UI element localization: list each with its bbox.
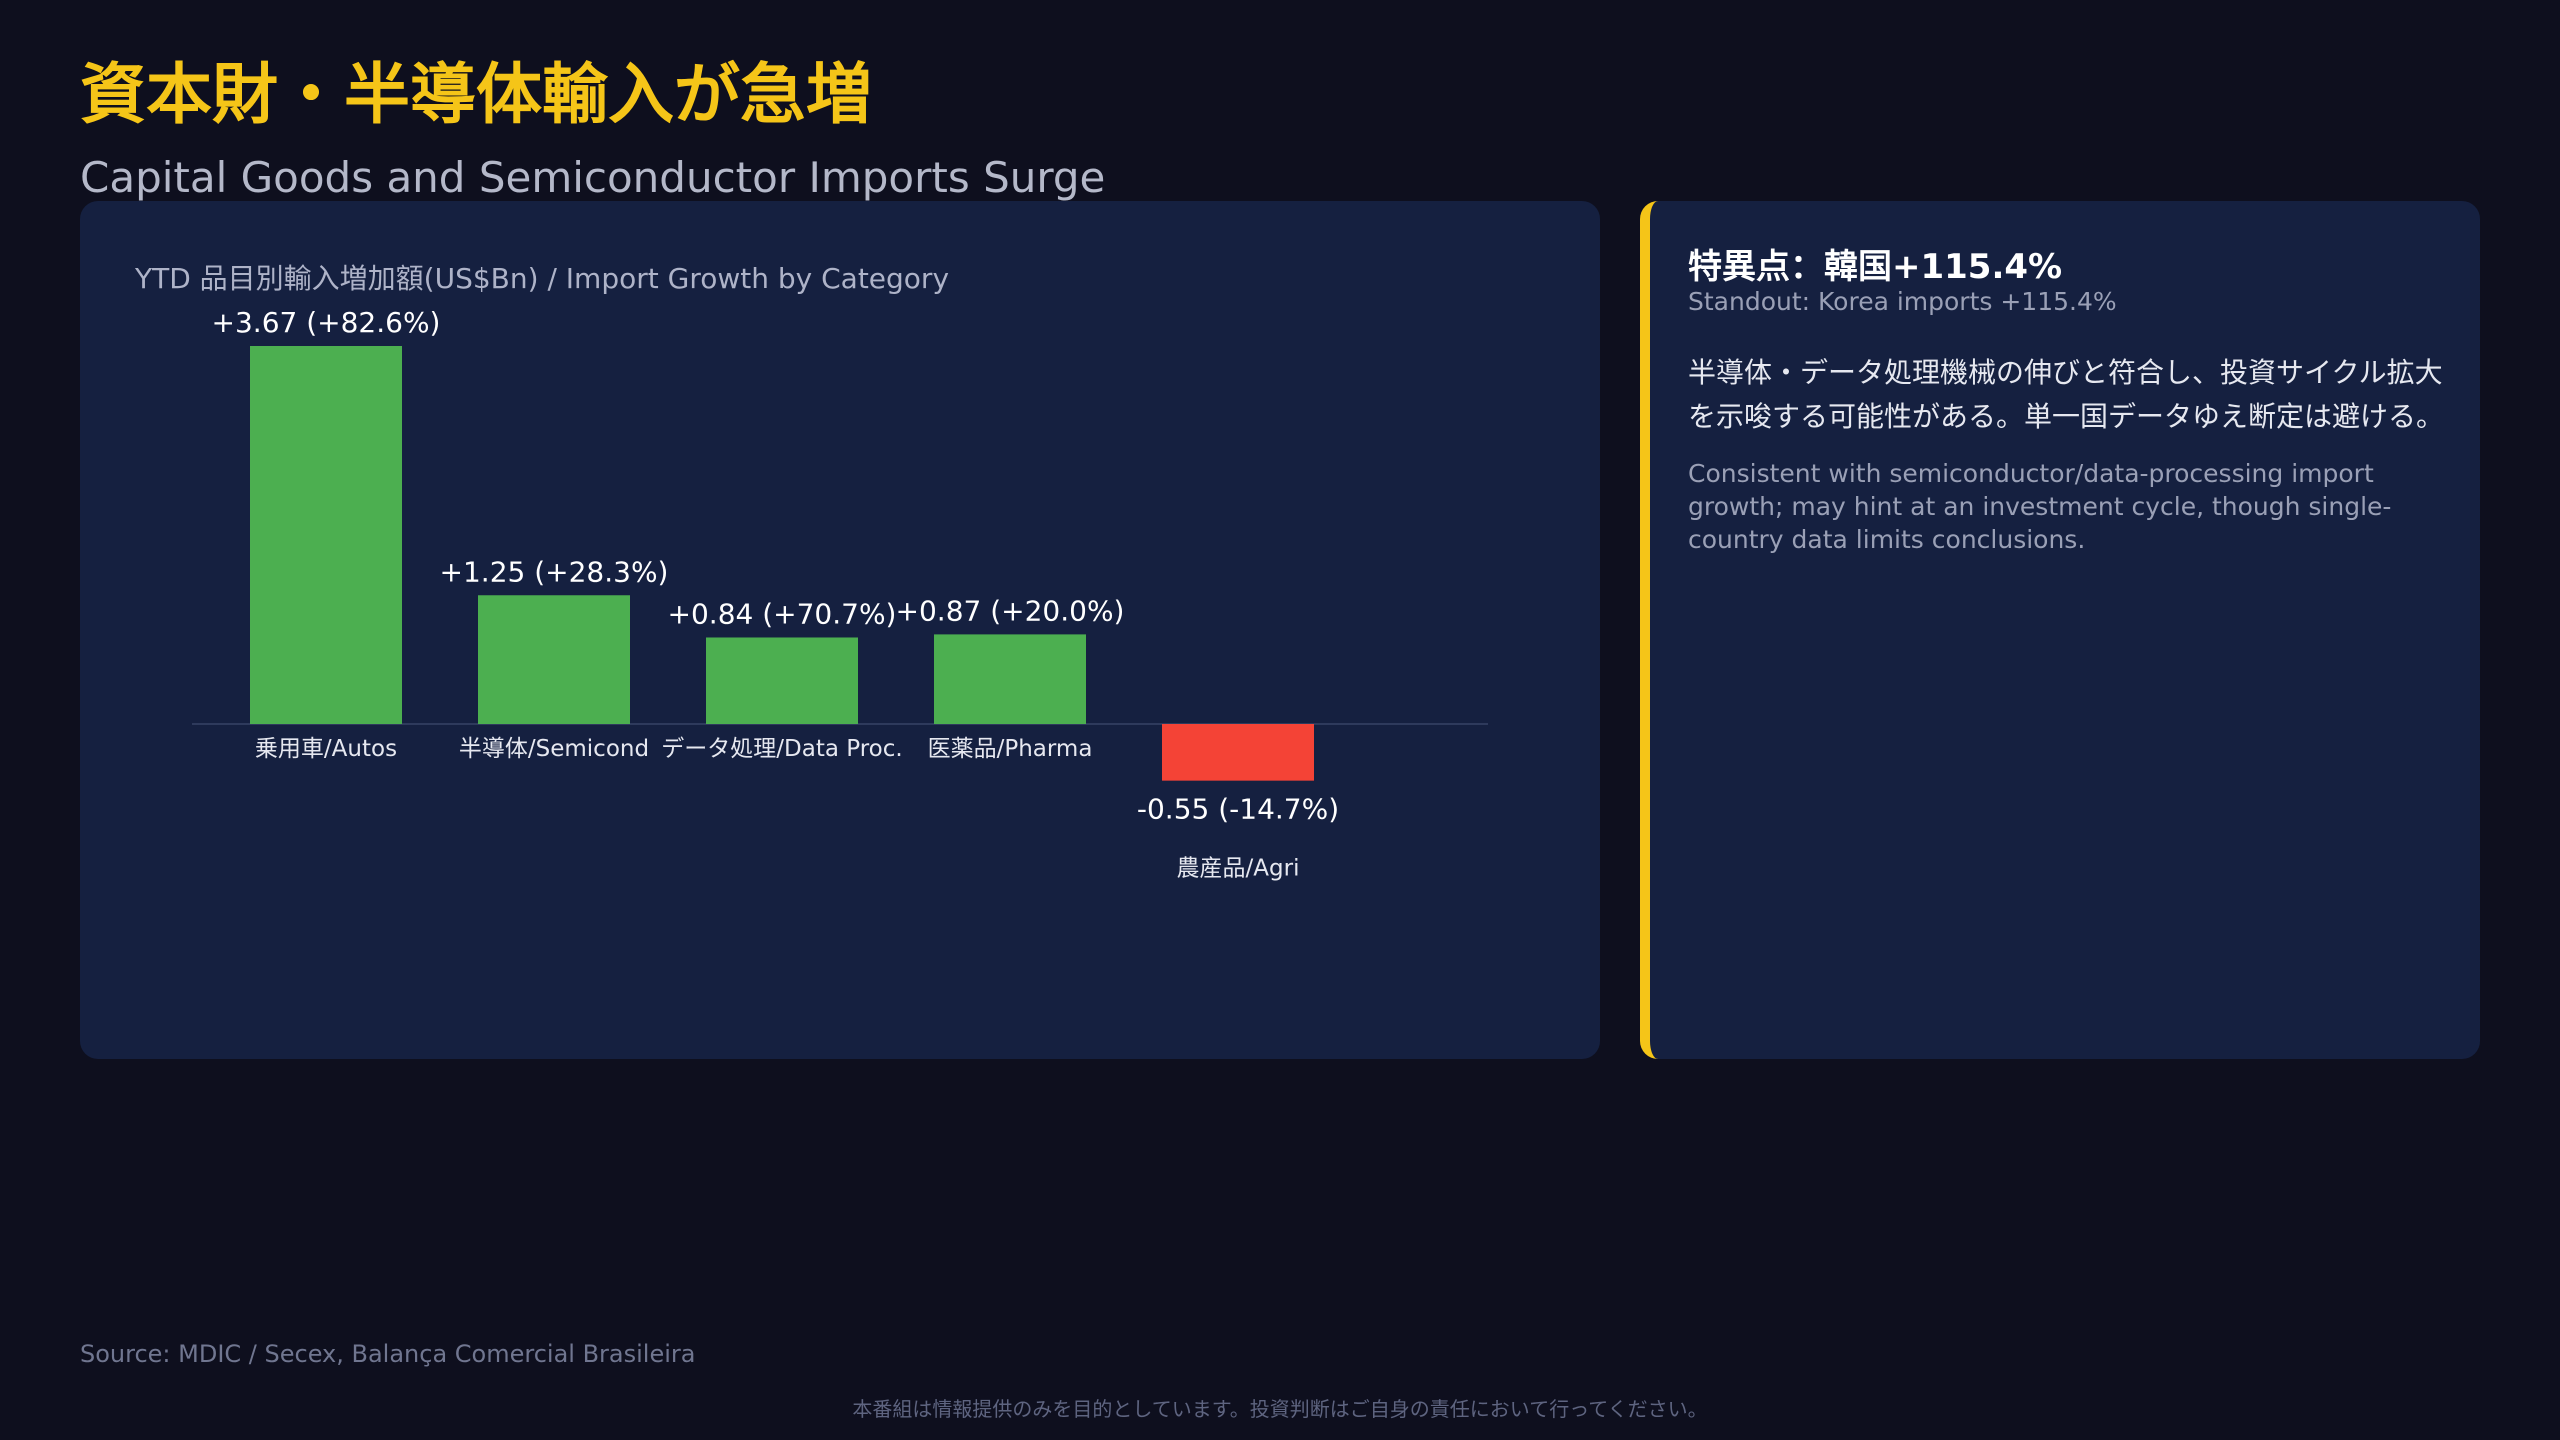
bar-value-label-2: +0.84 (+70.7%) — [668, 597, 897, 630]
source-note: Source: MDIC / Secex, Balança Comercial … — [80, 1340, 696, 1368]
category-label-0: 乗用車/Autos — [255, 736, 397, 762]
slide: 資本財・半導体輸入が急増 Capital Goods and Semicondu… — [0, 0, 2560, 1440]
bar-3 — [934, 634, 1086, 724]
insight-body-english: Consistent with semiconductor/data-proce… — [1688, 459, 2392, 554]
insight-subheading: Standout: Korea imports +115.4% — [1688, 287, 2117, 316]
chart-title: YTD 品目別輸入増加額(US$Bn) / Import Growth by C… — [135, 262, 950, 295]
category-label-1: 半導体/Semicond — [459, 736, 649, 762]
category-label-3: 医薬品/Pharma — [928, 736, 1093, 762]
disclaimer: 本番組は情報提供のみを目的としています。投資判断はご自身の責任において行ってくだ… — [852, 1397, 1708, 1421]
category-label-2: データ処理/Data Proc. — [661, 736, 902, 762]
insight-body-japanese: 半導体・データ処理機械の伸びと符合し、投資サイクル拡大を示唆する可能性がある。単… — [1688, 356, 2445, 433]
bar-chart: +3.67 (+82.6%) 乗用車/Autos +1.25 (+28.3%) 半導体… — [192, 306, 1488, 882]
bar-0 — [250, 346, 402, 724]
bar-2 — [706, 637, 858, 724]
page-title: 資本財・半導体輸入が急増 — [80, 56, 872, 133]
bar-value-label-3: +0.87 (+20.0%) — [896, 594, 1125, 627]
bar-value-label-4: -0.55 (-14.7%) — [1137, 793, 1339, 826]
bar-value-label-0: +3.67 (+82.6%) — [212, 306, 441, 339]
category-label-4: 農産品/Agri — [1177, 856, 1300, 882]
chart-panel: +3.67 (+82.6%) 乗用車/Autos +1.25 (+28.3%) 半導体… — [80, 201, 1600, 1059]
page-subtitle: Capital Goods and Semiconductor Imports … — [80, 153, 1106, 202]
insight-heading: 特異点：韓国+115.4% — [1688, 247, 2063, 287]
bar-1 — [478, 595, 630, 724]
insight-panel: 特異点：韓国+115.4% Standout: Korea imports +1… — [1640, 201, 2480, 1059]
bar-value-label-1: +1.25 (+28.3%) — [440, 555, 669, 588]
bar-4 — [1162, 724, 1314, 781]
